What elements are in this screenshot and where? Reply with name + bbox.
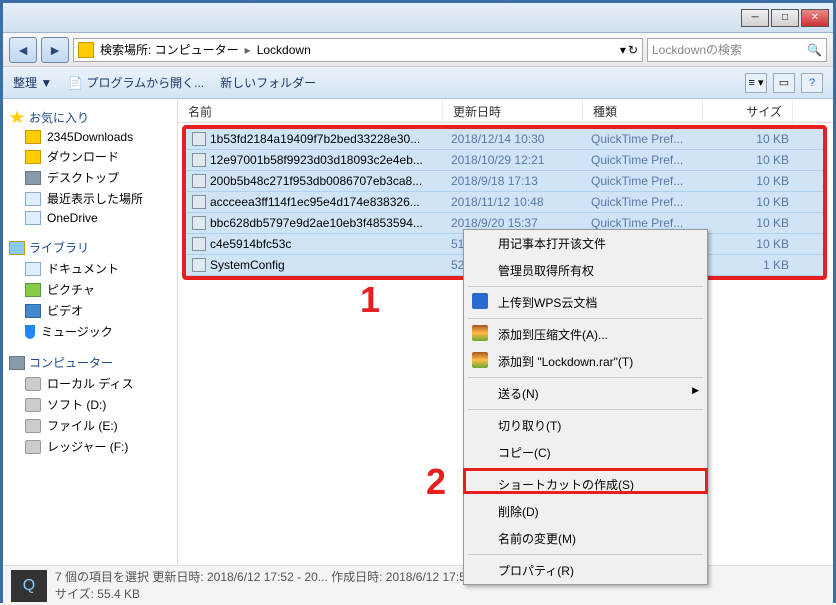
- address-bar[interactable]: 検索場所: コンピューター ▸ Lockdown ▾ ↻: [73, 38, 643, 62]
- annotation-2: 2: [426, 461, 446, 503]
- file-icon: [192, 237, 206, 251]
- open-with-button[interactable]: 📄 プログラムから開く...: [68, 74, 204, 91]
- col-date[interactable]: 更新日時: [443, 99, 583, 122]
- preview-pane-button[interactable]: ▭: [773, 73, 795, 93]
- sidebar-item-music[interactable]: ミュージック: [7, 321, 173, 342]
- refresh-icon[interactable]: ↻: [628, 43, 638, 57]
- ctx-copy[interactable]: コピー(C): [464, 439, 707, 466]
- chevron-right-icon: ▸: [245, 43, 251, 57]
- nav-bar: ◄ ► 検索場所: コンピューター ▸ Lockdown ▾ ↻ Lockdow…: [3, 33, 833, 67]
- file-icon: [192, 195, 206, 209]
- close-button[interactable]: ✕: [801, 9, 829, 27]
- ctx-add-lockdown-rar[interactable]: 添加到 "Lockdown.rar"(T): [464, 348, 707, 375]
- sidebar-computer-header[interactable]: コンピューター: [7, 352, 173, 373]
- breadcrumb-folder[interactable]: Lockdown: [255, 43, 313, 57]
- sidebar: お気に入り 2345Downloads ダウンロード デスクトップ 最近表示した…: [3, 99, 178, 565]
- annotation-1: 1: [360, 279, 380, 321]
- titlebar[interactable]: ─ □ ✕: [3, 3, 833, 33]
- col-size[interactable]: サイズ: [703, 99, 793, 122]
- sidebar-item-drive-e[interactable]: ファイル (E:): [7, 415, 173, 436]
- file-row[interactable]: 12e97001b58f9923d03d18093c2e4eb...2018/1…: [186, 150, 823, 171]
- ctx-upload-wps[interactable]: 上传到WPS云文档: [464, 289, 707, 316]
- sidebar-item-onedrive[interactable]: OneDrive: [7, 209, 173, 227]
- ctx-create-shortcut[interactable]: ショートカットの作成(S): [464, 471, 707, 498]
- context-menu: 用记事本打开该文件 管理员取得所有权 上传到WPS云文档 添加到压缩文件(A).…: [463, 229, 708, 585]
- ctx-open-notepad[interactable]: 用记事本打开该文件: [464, 230, 707, 257]
- ctx-send-to[interactable]: 送る(N): [464, 380, 707, 407]
- column-headers: 名前 更新日時 種類 サイズ: [178, 99, 833, 123]
- sidebar-libraries-header[interactable]: ライブラリ: [7, 237, 173, 258]
- new-folder-button[interactable]: 新しいフォルダー: [220, 74, 316, 91]
- sidebar-item-drive-d[interactable]: ソフト (D:): [7, 394, 173, 415]
- dropdown-icon[interactable]: ▾: [620, 43, 626, 57]
- ctx-delete[interactable]: 削除(D): [464, 498, 707, 525]
- file-row[interactable]: 1b53fd2184a19409f7b2bed33228e30...2018/1…: [186, 129, 823, 150]
- sidebar-item-2345downloads[interactable]: 2345Downloads: [7, 128, 173, 146]
- explorer-window: ─ □ ✕ ◄ ► 検索場所: コンピューター ▸ Lockdown ▾ ↻ L…: [0, 0, 836, 603]
- status-line2: サイズ: 55.4 KB: [55, 586, 577, 603]
- rar-icon: [472, 325, 488, 341]
- col-name[interactable]: 名前: [178, 99, 443, 122]
- file-icon: [192, 216, 206, 230]
- sidebar-item-pictures[interactable]: ピクチャ: [7, 279, 173, 300]
- wps-icon: [472, 293, 488, 309]
- ctx-rename[interactable]: 名前の変更(M): [464, 525, 707, 552]
- maximize-button[interactable]: □: [771, 9, 799, 27]
- minimize-button[interactable]: ─: [741, 9, 769, 27]
- preview-thumbnail: Q: [11, 570, 47, 602]
- search-placeholder: Lockdownの検索: [652, 41, 742, 58]
- file-icon: [192, 153, 206, 167]
- organize-menu[interactable]: 整理 ▼: [13, 74, 52, 91]
- ctx-add-archive[interactable]: 添加到压缩文件(A)...: [464, 321, 707, 348]
- back-button[interactable]: ◄: [9, 37, 37, 63]
- ctx-admin-ownership[interactable]: 管理员取得所有权: [464, 257, 707, 284]
- sidebar-item-documents[interactable]: ドキュメント: [7, 258, 173, 279]
- file-icon: [192, 258, 206, 272]
- file-row[interactable]: accceea3ff114f1ec95e4d174e838326...2018/…: [186, 192, 823, 213]
- sidebar-item-recent[interactable]: 最近表示した場所: [7, 188, 173, 209]
- file-list-pane: 名前 更新日時 種類 サイズ 1b53fd2184a19409f7b2bed33…: [178, 99, 833, 565]
- ctx-cut[interactable]: 切り取り(T): [464, 412, 707, 439]
- toolbar: 整理 ▼ 📄 プログラムから開く... 新しいフォルダー ≡ ▾ ▭ ?: [3, 67, 833, 99]
- file-icon: [192, 132, 206, 146]
- sidebar-item-downloads[interactable]: ダウンロード: [7, 146, 173, 167]
- breadcrumb-root[interactable]: 検索場所: コンピューター: [98, 41, 241, 58]
- rar-icon: [472, 352, 488, 368]
- sidebar-item-drive-f[interactable]: レッジャー (F:): [7, 436, 173, 457]
- view-options-button[interactable]: ≡ ▾: [745, 73, 767, 93]
- folder-icon: [78, 42, 94, 58]
- sidebar-favorites-header[interactable]: お気に入り: [7, 107, 173, 128]
- file-icon: [192, 174, 206, 188]
- file-row[interactable]: 200b5b48c271f953db0086707eb3ca8...2018/9…: [186, 171, 823, 192]
- status-bar: Q 7 個の項目を選択 更新日時: 2018/6/12 17:52 - 20..…: [3, 565, 833, 605]
- ctx-properties[interactable]: プロパティ(R): [464, 557, 707, 584]
- help-button[interactable]: ?: [801, 73, 823, 93]
- sidebar-item-videos[interactable]: ビデオ: [7, 300, 173, 321]
- sidebar-item-desktop[interactable]: デスクトップ: [7, 167, 173, 188]
- sidebar-item-local-disk[interactable]: ローカル ディス: [7, 373, 173, 394]
- search-input[interactable]: Lockdownの検索 🔍: [647, 38, 827, 62]
- forward-button[interactable]: ►: [41, 37, 69, 63]
- col-type[interactable]: 種類: [583, 99, 703, 122]
- search-icon: 🔍: [807, 43, 822, 57]
